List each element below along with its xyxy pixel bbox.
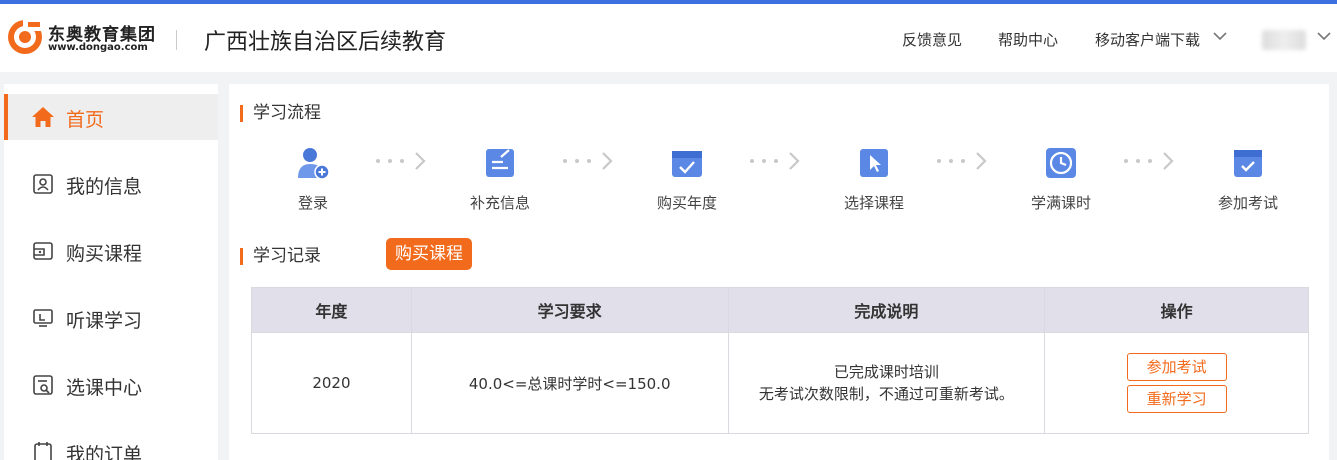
flow-step-buy-year: 购买年度: [642, 146, 732, 216]
cell-year: 2020: [251, 332, 412, 434]
edit-doc-icon: [486, 149, 514, 177]
relearn-button[interactable]: 重新学习: [1126, 385, 1227, 413]
mobile-download-link[interactable]: 移动客户端下载: [1095, 29, 1200, 50]
step-arrow-icon: [750, 152, 800, 170]
flow-step-label: 参加考试: [1217, 194, 1278, 212]
step-arrow-icon: [563, 152, 613, 170]
sidebar-item-course-center[interactable]: 选课中心: [4, 362, 218, 408]
table-header-row: 年度 学习要求 完成说明 操作: [251, 287, 1309, 333]
sidebar-item-home[interactable]: 首页: [4, 94, 218, 140]
flow-step-label: 购买年度: [656, 194, 717, 212]
sidebar-item-my-info[interactable]: 我的信息: [4, 161, 218, 207]
take-exam-button[interactable]: 参加考试: [1126, 353, 1227, 381]
records-title: 学习记录: [240, 248, 321, 265]
flow-step-label: 学满课时: [1030, 194, 1091, 212]
flow-step-take-exam: 参加考试: [1203, 146, 1293, 216]
column-header-note: 完成说明: [727, 287, 1046, 333]
course-select-icon: [33, 375, 53, 395]
cursor-icon: [860, 149, 888, 177]
clock-icon: [1046, 148, 1076, 178]
exam-check-icon: [1234, 150, 1262, 177]
step-arrow-icon: [376, 152, 426, 170]
column-header-year: 年度: [251, 287, 412, 333]
main-content: 学习流程 登录 补充信息 购买年度 选择课程 学满课时 参加考试 学习记录 购买…: [229, 84, 1329, 460]
flow-title: 学习流程: [240, 105, 321, 122]
flow-step-supplement-info: 补充信息: [455, 146, 545, 216]
home-icon: [32, 107, 54, 127]
flow-step-label: 补充信息: [469, 194, 530, 212]
user-add-icon: [298, 148, 330, 180]
flow-step-complete-hours: 学满课时: [1016, 146, 1106, 216]
site-title: 广西壮族自治区后续教育: [204, 30, 447, 55]
cell-note: 已完成课时培训 无考试次数限制，不通过可重新考试。: [727, 332, 1046, 434]
sidebar-item-label: 购买课程: [66, 243, 143, 265]
records-table: 年度 学习要求 完成说明 操作 2020 40.0<=总课时学时<=150.0 …: [251, 287, 1309, 434]
cell-action: 参加考试 重新学习: [1044, 332, 1309, 434]
sidebar-item-label: 首页: [66, 109, 105, 131]
header-divider: [176, 30, 177, 50]
cell-requirement: 40.0<=总课时学时<=150.0: [410, 332, 729, 434]
logo-url: www.dongao.com: [48, 42, 148, 53]
wallet-icon: [33, 242, 53, 260]
user-avatar[interactable]: [1262, 30, 1306, 50]
chevron-down-icon[interactable]: [1316, 28, 1332, 44]
sidebar-item-label: 选课中心: [66, 377, 143, 399]
buy-course-button[interactable]: 购买课程: [386, 238, 472, 270]
sidebar-item-my-orders[interactable]: 我的订单: [4, 429, 218, 460]
sidebar-item-label: 我的订单: [66, 444, 143, 460]
sidebar-item-study[interactable]: 听课学习: [4, 295, 218, 341]
flow-step-login: 登录: [268, 146, 358, 216]
clipboard-icon: [34, 442, 52, 460]
id-card-icon: [33, 174, 53, 194]
column-header-action: 操作: [1044, 287, 1309, 333]
table-row: 2020 40.0<=总课时学时<=150.0 已完成课时培训 无考试次数限制，…: [251, 332, 1309, 434]
help-center-link[interactable]: 帮助中心: [998, 29, 1058, 50]
note-line: 已完成课时培训: [833, 363, 939, 381]
chevron-down-icon[interactable]: [1212, 28, 1228, 44]
dongao-logo-icon: [8, 18, 44, 54]
feedback-link[interactable]: 反馈意见: [902, 29, 962, 50]
sidebar-item-label: 听课学习: [66, 310, 143, 332]
logo[interactable]: 东奥教育集团 www.dongao.com: [6, 16, 156, 60]
flow-step-label: 选择课程: [843, 194, 904, 212]
header: 东奥教育集团 www.dongao.com 广西壮族自治区后续教育 反馈意见 帮…: [0, 4, 1337, 72]
sidebar-item-buy-course[interactable]: 购买课程: [4, 228, 218, 274]
sidebar-item-label: 我的信息: [66, 176, 143, 198]
column-header-requirement: 学习要求: [410, 287, 729, 333]
step-arrow-icon: [937, 152, 987, 170]
sidebar: 首页 我的信息 购买课程 听课学习 选课中心 我的订单: [4, 84, 218, 460]
note-line: 无考试次数限制，不通过可重新考试。: [758, 385, 1014, 403]
flow-step-select-course: 选择课程: [829, 146, 919, 216]
monitor-icon: [33, 309, 53, 327]
calendar-check-icon: [672, 151, 702, 177]
flow-step-label: 登录: [297, 194, 328, 212]
step-arrow-icon: [1124, 152, 1174, 170]
